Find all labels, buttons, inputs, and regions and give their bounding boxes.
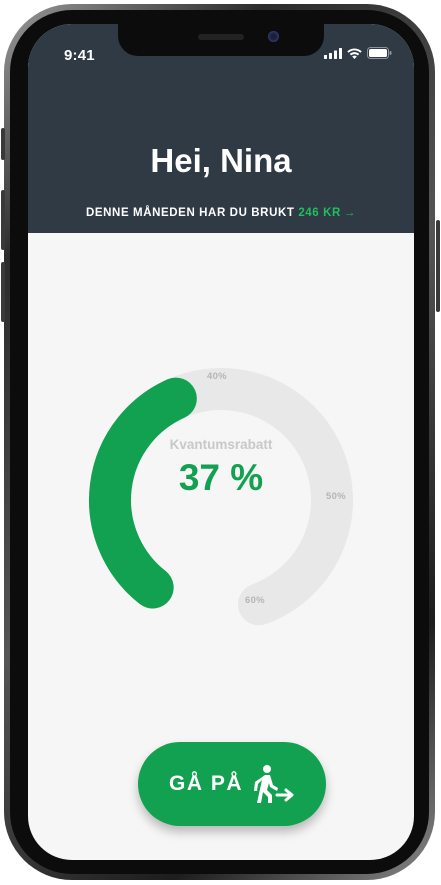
walking-person-arrow-icon (254, 765, 294, 803)
signal-icon (324, 47, 342, 59)
tick-label-40: 40% (207, 371, 227, 382)
arrow-right-icon: → (343, 207, 357, 219)
speaker-grille (198, 34, 244, 40)
monthly-spend-amount: 246 KR (298, 207, 341, 219)
side-button-mute (1, 128, 5, 160)
app-screen: 9:41 Hei, Nina DENNE MÅNEDEN HAR DU BRUK… (28, 24, 414, 860)
gauge-title: Kvantumsrabatt (169, 437, 273, 452)
side-button-volume-down (1, 262, 5, 322)
gauge-value: 37 % (178, 457, 264, 498)
side-button-volume-up (1, 190, 5, 250)
phone-mockup: 9:41 Hei, Nina DENNE MÅNEDEN HAR DU BRUK… (0, 0, 441, 885)
header: 9:41 Hei, Nina DENNE MÅNEDEN HAR DU BRUK… (28, 24, 414, 233)
tick-label-60: 60% (245, 595, 265, 606)
wifi-icon (347, 48, 362, 59)
monthly-spend-label: DENNE MÅNEDEN HAR DU BRUKT (85, 207, 295, 219)
front-camera (268, 31, 279, 42)
battery-icon (367, 47, 392, 59)
side-button-power (436, 220, 440, 312)
go-on-button[interactable]: GÅ PÅ (138, 742, 326, 826)
status-time: 9:41 (64, 47, 95, 64)
status-icons (324, 47, 392, 59)
notch (118, 24, 324, 56)
greeting-title: Hei, Nina (150, 142, 292, 179)
monthly-spend[interactable]: DENNE MÅNEDEN HAR DU BRUKT 246 KR → (28, 207, 414, 219)
go-on-button-label: GÅ PÅ (168, 772, 243, 795)
